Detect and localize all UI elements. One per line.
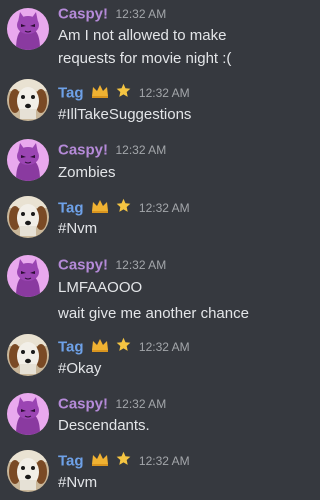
dog-avatar-icon[interactable] — [7, 79, 49, 121]
message-header: Tag 12:32 AM — [58, 337, 190, 357]
message-header: Caspy! 12:32 AM — [58, 141, 166, 159]
timestamp: 12:32 AM — [138, 340, 190, 354]
message-header: Tag 12:32 AM — [58, 451, 190, 471]
crown-icon — [91, 452, 109, 471]
message-text: wait give me another chance — [58, 305, 249, 322]
crown-icon — [91, 199, 109, 218]
message-header: Caspy! 12:32 AM — [58, 395, 166, 413]
purple-cat-avatar-icon[interactable] — [7, 8, 49, 50]
username[interactable]: Caspy! — [58, 5, 108, 22]
timestamp: 12:32 AM — [138, 454, 190, 468]
message-text: #Nvm — [58, 474, 98, 491]
username[interactable]: Caspy! — [58, 395, 108, 412]
star-icon — [116, 451, 131, 471]
star-icon — [116, 198, 131, 218]
message-text: #IllTakeSuggestions — [58, 106, 192, 123]
username[interactable]: Caspy! — [58, 141, 108, 158]
message-header: Tag 12:32 AM — [58, 198, 190, 218]
username[interactable]: Caspy! — [58, 256, 108, 273]
timestamp: 12:32 AM — [115, 396, 167, 411]
username[interactable]: Tag — [58, 453, 84, 470]
message-text: LMFAAOOO — [58, 279, 143, 296]
dog-avatar-icon[interactable] — [7, 196, 49, 238]
timestamp: 12:32 AM — [115, 6, 167, 21]
username[interactable]: Tag — [58, 200, 84, 217]
purple-cat-avatar-icon[interactable] — [7, 139, 49, 181]
message-text: #Okay — [58, 360, 102, 377]
message-header: Caspy! 12:32 AM — [58, 256, 166, 274]
star-icon — [116, 337, 131, 357]
timestamp: 12:32 AM — [138, 86, 190, 100]
crown-icon — [91, 338, 109, 357]
purple-cat-avatar-icon[interactable] — [7, 393, 49, 435]
message-header: Tag 12:32 AM — [58, 83, 190, 103]
message-text: #Nvm — [58, 220, 98, 237]
dog-avatar-icon[interactable] — [7, 334, 49, 376]
purple-cat-avatar-icon[interactable] — [7, 255, 49, 297]
crown-icon — [91, 84, 109, 103]
message-text: Am I not allowed to make — [58, 27, 227, 44]
message-header: Caspy! 12:32 AM — [58, 5, 166, 23]
star-icon — [116, 83, 131, 103]
timestamp: 12:32 AM — [115, 257, 167, 272]
message-text: requests for movie night :( — [58, 50, 232, 67]
timestamp: 12:32 AM — [115, 142, 167, 157]
username[interactable]: Tag — [58, 85, 84, 102]
message-text: Zombies — [58, 164, 116, 181]
dog-avatar-icon[interactable] — [7, 450, 49, 492]
username[interactable]: Tag — [58, 339, 84, 356]
message-text: Descendants. — [58, 417, 150, 434]
chat-message-list: Caspy! 12:32 AM Am I not allowed to make… — [0, 0, 275, 500]
timestamp: 12:32 AM — [138, 201, 190, 215]
